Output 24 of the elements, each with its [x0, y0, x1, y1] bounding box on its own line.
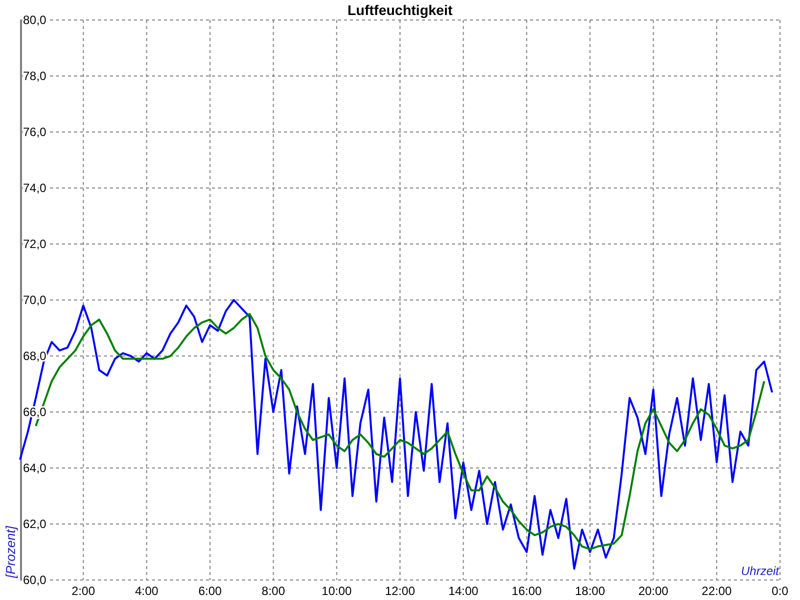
x-tick-label: 18:00 [574, 584, 606, 598]
x-tick-label: 16:00 [512, 584, 542, 598]
y-tick-label: 78,0 [23, 69, 46, 83]
x-tick-label: 6:00 [198, 584, 222, 598]
y-tick-label: 70,0 [23, 293, 46, 307]
y-tick-label: 74,0 [23, 181, 46, 195]
y-tick-label: 62,0 [23, 517, 46, 531]
x-tick-label: 8:00 [262, 584, 286, 598]
chart-title: Luftfeuchtigkeit [348, 2, 452, 18]
y-tick-label: 80,0 [23, 13, 46, 27]
x-tick-label: 4:00 [134, 584, 158, 598]
y-tick-label: 76,0 [23, 125, 46, 139]
x-tick-label: 2:00 [72, 584, 96, 598]
y-tick-label: 64,0 [23, 461, 46, 475]
x-tick-label: 22:00 [702, 584, 732, 598]
y-tick-label: 72,0 [23, 237, 46, 251]
x-tick-label: 20:00 [638, 584, 668, 598]
x-tick-label: 14:00 [448, 584, 478, 598]
x-tick-label: 10:00 [322, 584, 352, 598]
x-tick-label: 0:0 [772, 584, 788, 598]
y-tick-label: 60,0 [23, 573, 46, 587]
x-axis-title: Uhrzeit [740, 564, 779, 578]
y-axis-title: [Prozent] [3, 526, 18, 578]
x-tick-label: 12:00 [384, 584, 416, 598]
